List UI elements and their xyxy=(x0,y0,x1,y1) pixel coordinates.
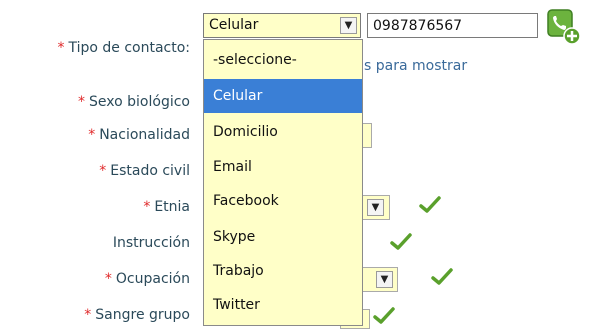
estado-civil-label: * Estado civil xyxy=(99,163,190,179)
checkmark-icon xyxy=(431,268,453,285)
option-celular[interactable]: Celular xyxy=(204,79,362,113)
etnia-label: * Etnia xyxy=(143,199,190,215)
contact-type-select[interactable]: Celular ▼ xyxy=(203,13,361,38)
nacionalidad-label: * Nacionalidad xyxy=(88,127,190,143)
required-marker: * xyxy=(78,94,86,110)
required-marker: * xyxy=(88,127,96,143)
option-skype[interactable]: Skype xyxy=(204,220,362,254)
contact-type-value: Celular xyxy=(209,17,259,33)
add-phone-icon[interactable] xyxy=(547,9,581,45)
required-marker: * xyxy=(104,271,112,287)
required-marker: * xyxy=(57,40,65,56)
contact-type-dropdown[interactable]: -seleccione- Celular Domicilio Email Fac… xyxy=(203,39,363,326)
tipo-contacto-label: * Tipo de contacto: xyxy=(57,40,190,56)
option-twitter[interactable]: Twitter xyxy=(204,288,362,322)
checkmark-icon xyxy=(373,307,395,324)
instruccion-label: Instrucción xyxy=(112,235,190,251)
ocupacion-label: * Ocupación xyxy=(104,271,190,287)
checkmark-icon xyxy=(419,196,441,213)
chevron-down-icon[interactable]: ▼ xyxy=(367,199,384,216)
option-facebook[interactable]: Facebook xyxy=(204,184,362,218)
checkmark-icon xyxy=(390,233,412,250)
chevron-down-icon[interactable]: ▼ xyxy=(376,271,393,288)
sangre-label: * Sangre grupo xyxy=(84,307,190,323)
required-marker: * xyxy=(143,199,151,215)
option-domicilio[interactable]: Domicilio xyxy=(204,115,362,149)
sexo-label: * Sexo biológico xyxy=(78,94,190,110)
hint-text: s para mostrar xyxy=(364,58,468,74)
required-marker: * xyxy=(84,307,92,323)
phone-input[interactable] xyxy=(367,13,538,38)
option-seleccione[interactable]: -seleccione- xyxy=(204,43,362,77)
option-email[interactable]: Email xyxy=(204,150,362,184)
option-trabajo[interactable]: Trabajo xyxy=(204,254,362,288)
required-marker: * xyxy=(99,163,107,179)
chevron-down-icon[interactable]: ▼ xyxy=(340,17,357,34)
